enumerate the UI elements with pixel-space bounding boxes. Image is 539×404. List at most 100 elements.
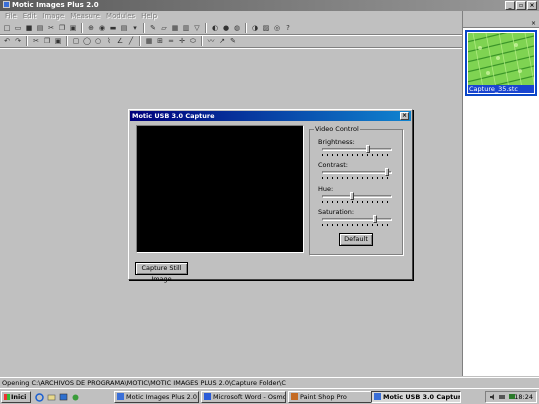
minimize-button[interactable]: _ <box>505 1 515 10</box>
status-text: Opening C:\ARCHIVOS DE PROGRAMA\MOTIC\MO… <box>2 379 286 387</box>
open-folder-icon[interactable]: ▭ <box>13 23 23 33</box>
pen-icon[interactable]: ✎ <box>228 36 238 46</box>
menu-edit[interactable]: Edit <box>20 11 40 22</box>
menu-image[interactable]: Image <box>39 11 67 22</box>
contrast-slider-track[interactable] <box>322 171 392 174</box>
save-icon[interactable]: ■ <box>24 23 34 33</box>
printer2-icon[interactable]: ▤ <box>119 23 129 33</box>
copy2-icon[interactable]: ❐ <box>42 36 52 46</box>
channels-icon[interactable] <box>70 392 80 402</box>
taskbar-button[interactable]: Motic Images Plus 2.0 <box>114 391 199 403</box>
color-icon[interactable]: ● <box>221 23 231 33</box>
wheel-icon[interactable]: ◍ <box>232 23 242 33</box>
globe-icon[interactable]: ◎ <box>272 23 282 33</box>
app-titlebar[interactable]: Motic Images Plus 2.0 _ ▫ × <box>0 0 539 11</box>
start-button[interactable]: Inici <box>1 391 31 403</box>
calibrate-icon[interactable]: ⊞ <box>155 36 165 46</box>
new-file-icon[interactable]: □ <box>2 23 12 33</box>
hue-slider-thumb[interactable] <box>349 192 354 200</box>
contrast-icon[interactable]: ◑ <box>250 23 260 33</box>
taskbar-button[interactable]: Microsoft Word - Osmosi.doc <box>201 391 286 403</box>
help-icon[interactable]: ? <box>283 23 293 33</box>
chart-icon[interactable]: ▨ <box>261 23 271 33</box>
start-label: Inici <box>11 393 27 401</box>
thumbnail-item[interactable]: Capture_35.stc <box>465 30 537 96</box>
toolbar-separator <box>205 23 207 33</box>
angle-icon[interactable]: ∠ <box>115 36 125 46</box>
freehand-icon[interactable]: 〰 <box>206 36 216 46</box>
zoom-icon[interactable]: ⊕ <box>86 23 96 33</box>
dialog-title: Motic USB 3.0 Capture <box>132 112 215 120</box>
redo-icon[interactable]: ↷ <box>13 36 23 46</box>
ruler-icon[interactable]: ═ <box>166 36 176 46</box>
network-icon[interactable] <box>498 393 506 404</box>
line-icon[interactable]: ╱ <box>126 36 136 46</box>
menu-help[interactable]: Help <box>138 11 160 22</box>
camera-icon[interactable]: ◉ <box>97 23 107 33</box>
taskbar-button[interactable]: Paint Shop Pro <box>288 391 372 403</box>
saturation-slider-thumb[interactable] <box>373 215 378 223</box>
tray-icons <box>489 393 516 404</box>
capture-still-image-button[interactable]: Capture Still Image <box>135 262 188 283</box>
internet-explorer-icon[interactable] <box>34 392 44 402</box>
ellipse-select-icon[interactable]: ◯ <box>82 36 92 46</box>
brightness-slider-ticks <box>322 154 392 156</box>
thumbnail-panel-header: × <box>463 11 539 28</box>
print-icon[interactable]: ▤ <box>35 23 45 33</box>
show-desktop-icon[interactable] <box>58 392 68 402</box>
task-app-icon <box>374 393 381 400</box>
dialog-close-button[interactable]: × <box>400 112 409 120</box>
ellipse2-icon[interactable]: ⬭ <box>188 36 198 46</box>
scissors-icon[interactable]: ✂ <box>31 36 41 46</box>
menu-measure[interactable]: Measure <box>67 11 103 22</box>
capture-dropdown-icon[interactable]: ▾ <box>130 23 140 33</box>
contrast-slider-ticks <box>322 177 392 179</box>
eraser-icon[interactable]: ▱ <box>159 23 169 33</box>
brush-icon[interactable]: ✎ <box>148 23 158 33</box>
paste2-icon[interactable]: ▣ <box>53 36 63 46</box>
taskbar-button-label: Motic USB 3.0 Capture <box>383 393 461 401</box>
volume-icon[interactable] <box>489 393 496 404</box>
toolbar-separator <box>26 36 28 46</box>
circle-icon[interactable]: ○ <box>93 36 103 46</box>
toolbar-separator <box>143 23 145 33</box>
crosshair-icon[interactable]: ✛ <box>177 36 187 46</box>
toolbar-separator <box>81 23 83 33</box>
brightness-slider-track[interactable] <box>322 148 392 151</box>
outlook-express-icon[interactable] <box>46 392 56 402</box>
taskbar-button[interactable]: Motic USB 3.0 Capture <box>371 391 461 403</box>
copy-icon[interactable]: ❐ <box>57 23 67 33</box>
filter-icon[interactable]: ▽ <box>192 23 202 33</box>
quick-launch <box>34 392 80 402</box>
menu-modules[interactable]: Modules <box>103 11 138 22</box>
contrast-slider-thumb[interactable] <box>384 168 389 176</box>
saturation-slider-track[interactable] <box>322 218 392 221</box>
grid-icon[interactable]: ▦ <box>144 36 154 46</box>
measure-icon[interactable]: ⌇ <box>104 36 114 46</box>
undo-icon[interactable]: ↶ <box>2 36 12 46</box>
image-icon[interactable]: ▦ <box>170 23 180 33</box>
brightness-slider-thumb[interactable] <box>365 145 370 153</box>
toolbar-separator <box>201 36 203 46</box>
brightness-label: Brightness: <box>318 138 355 146</box>
video-control-group: Video Control Brightness: Contrast: Hue: Sa… <box>309 125 403 255</box>
dialog-titlebar[interactable]: Motic USB 3.0 Capture × <box>130 111 411 121</box>
panel-close-icon[interactable]: × <box>529 20 538 27</box>
app-title: Motic Images Plus 2.0 <box>12 1 99 9</box>
default-button[interactable]: Default <box>339 233 373 246</box>
paste-icon[interactable]: ▣ <box>68 23 78 33</box>
close-button[interactable]: × <box>527 1 537 10</box>
hue-slider-ticks <box>322 201 392 203</box>
adjust-icon[interactable]: ◐ <box>210 23 220 33</box>
rect-select-icon[interactable]: ▢ <box>71 36 81 46</box>
toolbar-separator <box>66 36 68 46</box>
hue-slider-track[interactable] <box>322 195 392 198</box>
capture-dialog: Motic USB 3.0 Capture × Video Control Br… <box>128 109 413 283</box>
menu-file[interactable]: File <box>2 11 20 22</box>
arrow-icon[interactable]: ↗ <box>217 36 227 46</box>
histogram-icon[interactable]: ▥ <box>181 23 191 33</box>
scanner-icon[interactable]: ▬ <box>108 23 118 33</box>
toolbar-separator <box>245 23 247 33</box>
cut-icon[interactable]: ✂ <box>46 23 56 33</box>
restore-button[interactable]: ▫ <box>516 1 526 10</box>
